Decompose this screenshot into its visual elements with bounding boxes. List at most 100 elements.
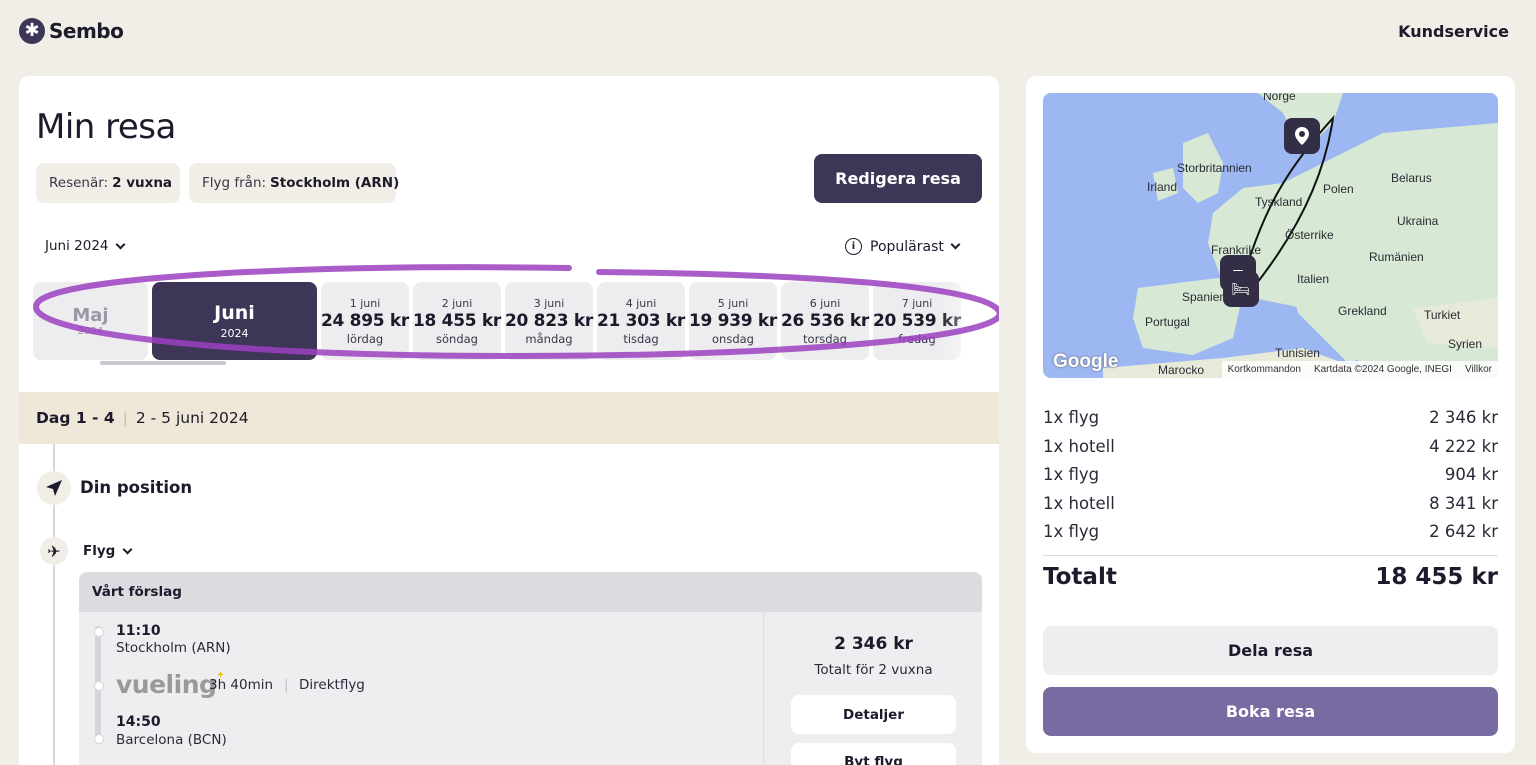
flight-details: 11:10 Stockholm (ARN) vueling✦ 3h 40min … [79, 612, 763, 765]
map-label: Marocko [1158, 363, 1205, 377]
flight-toggle[interactable]: Flyg [83, 543, 133, 559]
edit-trip-button[interactable]: Redigera resa [814, 154, 982, 203]
map-label: Turkiet [1424, 308, 1461, 322]
map-label: Irland [1147, 180, 1178, 194]
map-data-link[interactable]: Kartdata ©2024 Google, INEGI [1314, 364, 1452, 375]
cost-price: 8 341 kr [1429, 494, 1498, 513]
day-price: 19 939 kr [689, 310, 777, 331]
total-row: Totalt 18 455 kr [1043, 564, 1498, 590]
sort-dropdown-value: Populärast [870, 238, 944, 255]
travelers-value: 2 vuxna [112, 175, 173, 191]
chevron-down-icon [115, 239, 125, 249]
day-weekday: torsdag [803, 331, 847, 346]
details-button[interactable]: Detaljer [791, 695, 956, 734]
route-map[interactable]: Norge Storbritannien Irland Tyskland Pol… [1043, 93, 1498, 378]
location-arrow-icon [37, 471, 71, 505]
info-icon[interactable]: i [845, 238, 862, 255]
month-dropdown[interactable]: Juni 2024 [45, 238, 125, 254]
airline-dot [94, 681, 104, 691]
day-card[interactable]: 3 juni 20 823 kr måndag [505, 282, 593, 360]
cost-label: 1x hotell [1043, 494, 1115, 513]
map-footer: Kortkommandon Kartdata ©2024 Google, INE… [1221, 361, 1498, 378]
cost-row: 1x hotell 4 222 kr [1043, 437, 1498, 456]
cost-price: 904 kr [1444, 465, 1498, 484]
logo-text: Sembo [49, 19, 124, 43]
date-strip: Maj 2024 Juni 2024 1 juni 24 895 kr lörd… [19, 282, 999, 360]
departure-place: Stockholm (ARN) [116, 640, 231, 656]
terms-link[interactable]: Villkor [1465, 364, 1492, 375]
day-weekday: söndag [436, 331, 478, 346]
map-label: Rumänien [1369, 250, 1424, 264]
cost-row: 1x flyg 2 346 kr [1043, 408, 1498, 427]
book-trip-button[interactable]: Boka resa [1043, 687, 1498, 736]
map-label: Tyskland [1255, 195, 1303, 209]
arrival-place: Barcelona (BCN) [116, 732, 227, 748]
flight-suggestion-card: Vårt förslag 11:10 Stockholm (ARN) vueli… [79, 572, 982, 765]
day-weekday: onsdag [712, 331, 754, 346]
date-strip-scrollbar[interactable] [100, 361, 226, 365]
departure-label: Flyg från: [202, 175, 267, 191]
month-name: Maj [72, 305, 109, 326]
map-label: Grekland [1338, 304, 1387, 318]
flight-price-note: Totalt för 2 vuxna [814, 662, 933, 678]
summary-panel: Norge Storbritannien Irland Tyskland Pol… [1026, 76, 1515, 753]
day-date: 1 juni [349, 296, 381, 310]
cost-label: 1x flyg [1043, 465, 1100, 484]
day-range: Dag 1 - 4 [36, 409, 115, 427]
swap-flight-button[interactable]: Byt flyg [791, 743, 956, 765]
scroll-fade [939, 282, 999, 360]
day-card[interactable]: 2 juni 18 455 kr söndag [413, 282, 501, 360]
month-card-june-selected[interactable]: Juni 2024 [152, 282, 317, 360]
shortcuts-link[interactable]: Kortkommandon [1228, 364, 1301, 375]
map-label: Österrike [1285, 228, 1334, 242]
day-card[interactable]: 1 juni 24 895 kr lördag [321, 282, 409, 360]
cost-label: 1x hotell [1043, 437, 1115, 456]
map-label: Belarus [1391, 171, 1432, 185]
trip-panel: Min resa Resenär: 2 vuxna Flyg från: Sto… [19, 76, 999, 765]
map-label: Spanien [1182, 290, 1227, 304]
arrival-time: 14:50 [116, 714, 161, 730]
departure-chip: Flyg från: Stockholm (ARN) [189, 163, 400, 203]
map-label: Italien [1297, 272, 1330, 286]
day-date: 3 juni [533, 296, 565, 310]
flight-price-column: 2 346 kr Totalt för 2 vuxna Detaljer Byt… [763, 612, 982, 765]
travelers-label: Resenär: [49, 175, 109, 191]
day-card[interactable]: 4 juni 21 303 kr tisdag [597, 282, 685, 360]
map-label: Tunisien [1275, 346, 1320, 360]
asterisk-logo-icon: ✱ [19, 18, 45, 44]
suggestion-title: Vårt förslag [79, 572, 982, 612]
day-card[interactable]: 6 juni 26 536 kr torsdag [781, 282, 869, 360]
google-logo: Google [1053, 351, 1119, 372]
day-card[interactable]: 5 juni 19 939 kr onsdag [689, 282, 777, 360]
bed-icon[interactable]: 🛏 [1223, 271, 1259, 307]
departure-time: 11:10 [116, 623, 161, 639]
sort-dropdown[interactable]: i Populärast [845, 238, 961, 255]
airplane-icon: ✈ [40, 537, 68, 565]
location-pin-icon[interactable] [1284, 118, 1320, 154]
cost-label: 1x flyg [1043, 522, 1100, 541]
divider [1043, 555, 1498, 556]
day-weekday: fredag [898, 331, 936, 346]
departure-value: Stockholm (ARN) [270, 175, 400, 191]
map-label: Syrien [1448, 337, 1483, 351]
day-date: 7 juni [901, 296, 933, 310]
cost-price: 2 642 kr [1429, 522, 1498, 541]
sembo-logo[interactable]: ✱ Sembo [19, 18, 124, 44]
flight-duration: 3h 40min [209, 677, 274, 693]
cost-price: 4 222 kr [1429, 437, 1498, 456]
customer-service-link[interactable]: Kundservice [1398, 22, 1509, 41]
share-trip-button[interactable]: Dela resa [1043, 626, 1498, 675]
map-label: Portugal [1145, 315, 1190, 329]
day-date: 4 juni [625, 296, 657, 310]
flight-price: 2 346 kr [834, 634, 913, 654]
divider: | [284, 677, 289, 693]
day-price: 24 895 kr [321, 310, 409, 331]
day-dates: 2 - 5 juni 2024 [135, 409, 249, 427]
total-value: 18 455 kr [1375, 564, 1498, 590]
day-price: 21 303 kr [597, 310, 685, 331]
arrival-dot [94, 734, 104, 744]
month-card-may[interactable]: Maj 2024 [33, 282, 148, 360]
month-year: 2024 [220, 327, 249, 340]
flight-type: Direktflyg [299, 677, 365, 693]
divider: | [122, 409, 128, 427]
